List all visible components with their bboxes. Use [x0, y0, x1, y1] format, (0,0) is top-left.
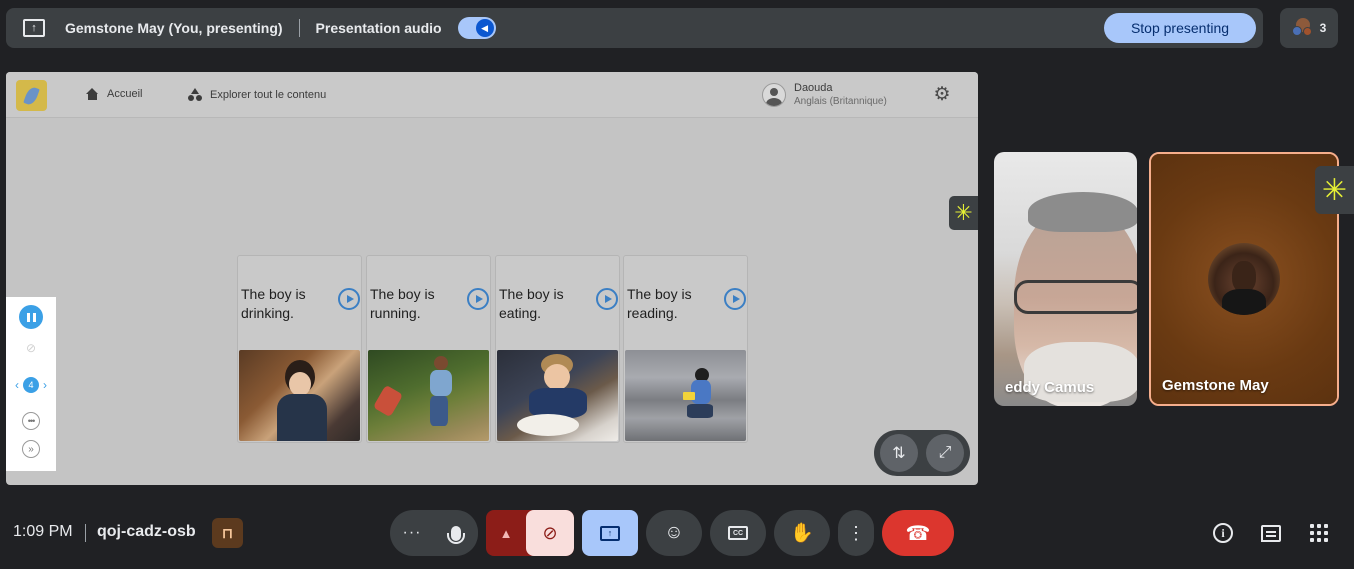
- card-text: The boy is eating.: [499, 286, 564, 321]
- participant-video-glasses: [1014, 280, 1137, 314]
- mic-icon: [447, 525, 465, 544]
- home-icon: [86, 88, 99, 100]
- card-image: [239, 350, 360, 441]
- presenter-title: Gemstone May (You, presenting): [65, 20, 283, 36]
- lesson-side-panel: ⊘ ‹ 4 › ••• »: [6, 297, 56, 471]
- card-text: The boy is running.: [370, 286, 435, 321]
- fullscreen-icon[interactable]: ⤢: [926, 434, 964, 472]
- nav-home[interactable]: Accueil: [86, 88, 142, 100]
- lesson-card[interactable]: The boy is eating.: [495, 255, 620, 443]
- swap-icon[interactable]: ⇅: [880, 434, 918, 472]
- info-button[interactable]: i: [1208, 518, 1238, 548]
- captions-icon: CC: [728, 526, 748, 540]
- user-name: Daouda: [794, 82, 833, 94]
- play-icon[interactable]: [724, 288, 746, 310]
- lesson-card[interactable]: The boy is running.: [366, 255, 491, 443]
- apps-icon: [1310, 524, 1328, 542]
- user-menu[interactable]: Daouda Anglais (Britannique): [762, 82, 887, 107]
- presenting-banner: ↑ Gemstone May (You, presenting) Present…: [6, 8, 1263, 48]
- card-text: The boy is reading.: [627, 286, 692, 321]
- shared-screen: Accueil Explorer tout le contenu Daouda …: [6, 72, 978, 485]
- speaker-icon: ◀: [475, 19, 494, 37]
- chevron-left-icon[interactable]: ‹: [15, 378, 19, 392]
- app-header: Accueil Explorer tout le contenu Daouda …: [6, 72, 978, 118]
- apps-button[interactable]: [1304, 518, 1334, 548]
- nav-explore[interactable]: Explorer tout le contenu: [188, 88, 326, 101]
- divider: [298, 19, 300, 37]
- lesson-card[interactable]: The boy is drinking.: [237, 255, 362, 443]
- more-options-icon[interactable]: ···: [390, 524, 434, 542]
- participants-button[interactable]: 3: [1280, 8, 1338, 48]
- participant-video-hair: [1028, 192, 1137, 232]
- page-number: 4: [23, 377, 39, 393]
- participant-tile[interactable]: eddy Camus: [994, 152, 1137, 406]
- present-screen-icon: ↑: [23, 19, 45, 37]
- card-text: The boy is drinking.: [241, 286, 306, 321]
- participant-name: eddy Camus: [1005, 379, 1095, 396]
- screen-controls: ⇅ ⤢: [874, 430, 970, 476]
- gear-icon[interactable]: ⚙: [933, 85, 951, 104]
- presentation-audio-label: Presentation audio: [315, 20, 442, 36]
- more-horizontal-icon[interactable]: •••: [22, 412, 40, 430]
- chevron-up-icon[interactable]: ▲: [486, 526, 526, 541]
- page-navigator: ‹ 4 ›: [6, 377, 56, 393]
- meeting-code: qoj-cadz-osb: [97, 523, 196, 540]
- user-language: Anglais (Britannique): [794, 96, 887, 107]
- end-call-icon[interactable]: ☎: [882, 510, 954, 556]
- raise-hand-icon[interactable]: ✋: [774, 510, 830, 556]
- play-icon[interactable]: [467, 288, 489, 310]
- shapes-icon: [188, 88, 202, 101]
- captions-button[interactable]: CC: [710, 510, 766, 556]
- present-icon: ↑: [600, 525, 620, 541]
- info-icon: i: [1213, 523, 1233, 543]
- presentation-audio-toggle[interactable]: ◀: [457, 17, 496, 39]
- present-button[interactable]: ↑: [582, 510, 638, 556]
- participant-name: Gemstone May: [1162, 377, 1269, 394]
- more-vert-icon[interactable]: ⋮: [838, 510, 874, 556]
- participant-count: 3: [1319, 21, 1327, 35]
- camera-off-icon[interactable]: ⊘: [526, 510, 574, 556]
- clock: 1:09 PM: [13, 523, 73, 540]
- gemini-sparkle-icon[interactable]: ✳: [949, 196, 978, 230]
- mic-group: ···: [390, 510, 478, 556]
- skip-forward-icon[interactable]: »: [22, 440, 40, 458]
- play-icon[interactable]: [338, 288, 360, 310]
- nav-explore-label: Explorer tout le contenu: [210, 88, 327, 101]
- card-image: [625, 350, 746, 441]
- pause-icon[interactable]: [19, 305, 43, 329]
- nav-home-label: Accueil: [107, 88, 143, 100]
- chevron-right-icon[interactable]: ›: [43, 378, 47, 392]
- card-image: [497, 350, 618, 441]
- door-icon[interactable]: ⊓: [212, 518, 243, 548]
- lesson-card[interactable]: The boy is reading.: [623, 255, 748, 443]
- avatar: [1208, 243, 1280, 315]
- play-icon[interactable]: [596, 288, 618, 310]
- gemini-sparkle-icon[interactable]: ✳: [1315, 166, 1354, 214]
- emoji-icon[interactable]: ☺: [646, 510, 702, 556]
- mic-button[interactable]: [434, 510, 478, 556]
- chat-button[interactable]: [1256, 518, 1286, 548]
- stop-presenting-button[interactable]: Stop presenting: [1104, 13, 1256, 43]
- participant-avatars: [1291, 18, 1312, 38]
- divider: [85, 524, 86, 542]
- chat-icon: [1261, 524, 1281, 542]
- participant-tile-active[interactable]: Gemstone May: [1149, 152, 1339, 406]
- user-avatar-icon: [762, 82, 786, 107]
- app-logo[interactable]: [16, 80, 47, 111]
- card-image: [368, 350, 489, 441]
- eye-off-icon[interactable]: ⊘: [22, 341, 40, 355]
- camera-group: ▲ ⊘: [486, 510, 574, 556]
